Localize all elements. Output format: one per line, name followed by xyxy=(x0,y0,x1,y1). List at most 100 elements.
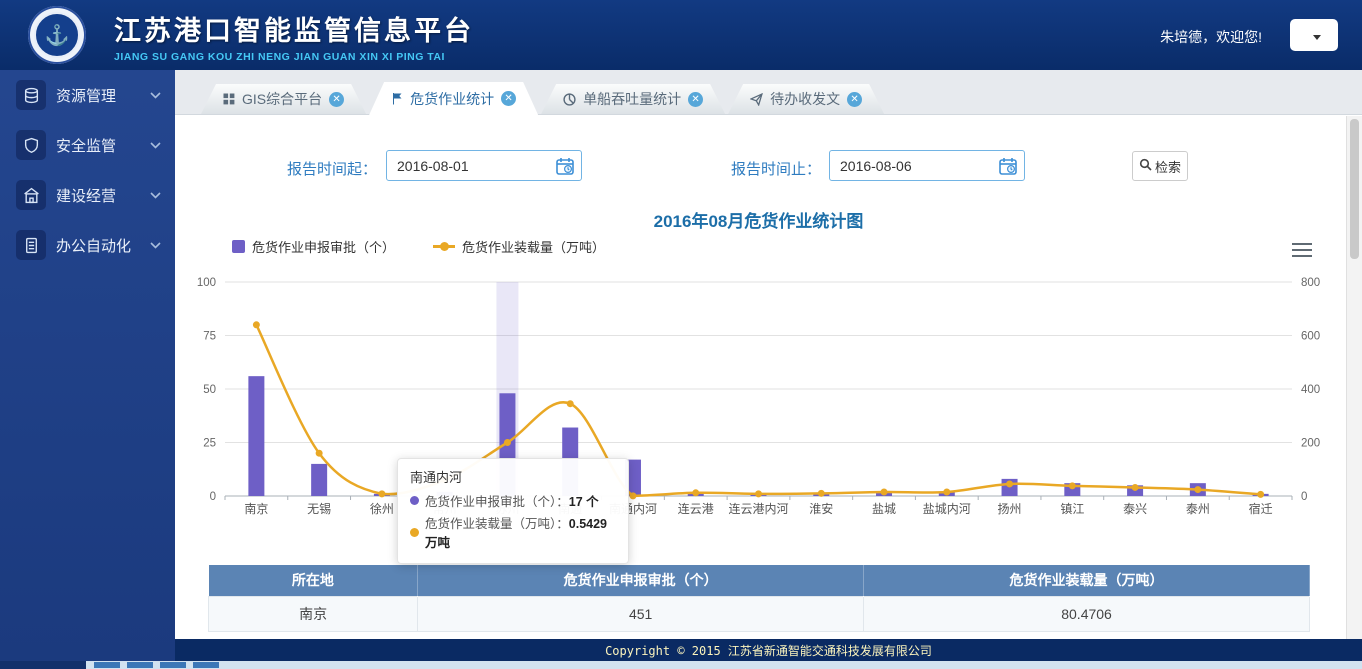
app-header: ⚓ 江苏港口智能监管信息平台 JIANG SU GANG KOU ZHI NEN… xyxy=(0,0,1362,70)
tab-3[interactable]: 单船吞吐量统计 ✕ xyxy=(541,84,725,114)
svg-text:连云港内河: 连云港内河 xyxy=(728,501,788,516)
vertical-scrollbar[interactable] xyxy=(1346,116,1362,639)
legend-label: 危货作业装载量（万吨） xyxy=(462,237,605,256)
taskbar-item xyxy=(94,662,120,668)
svg-text:800: 800 xyxy=(1301,277,1320,289)
tooltip-row: 危货作业装载量（万吨）：0.5429万吨 xyxy=(410,513,616,551)
app-logo-icon: ⚓ xyxy=(28,6,86,64)
tab-2[interactable]: 危货作业统计 ✕ xyxy=(369,82,538,115)
tooltip-label: 危货作业装载量（万吨）： xyxy=(425,517,569,531)
tooltip-title: 南通内河 xyxy=(410,467,616,486)
close-icon[interactable]: ✕ xyxy=(688,92,703,107)
svg-text:盐城: 盐城 xyxy=(872,502,896,516)
statistics-table: 所在地危货作业申报审批（个）危货作业装载量（万吨） 南京45180.4706 xyxy=(208,565,1310,632)
chevron-down-icon xyxy=(150,192,161,199)
taskbar-strip xyxy=(0,661,1362,669)
caret-down-icon xyxy=(1313,28,1321,43)
svg-text:泰州: 泰州 xyxy=(1186,502,1210,516)
svg-text:50: 50 xyxy=(203,384,216,396)
chart-toolbox-menu-icon[interactable] xyxy=(1292,243,1312,261)
svg-text:宿迁: 宿迁 xyxy=(1249,501,1273,516)
svg-text:75: 75 xyxy=(203,331,216,343)
table-header-cell: 危货作业装载量（万吨） xyxy=(864,565,1310,596)
legend-item[interactable]: 危货作业申报审批（个） xyxy=(232,237,395,256)
report-start-label: 报告时间起： xyxy=(287,158,377,179)
table-header-cell: 危货作业申报审批（个） xyxy=(418,565,864,596)
svg-text:100: 100 xyxy=(197,277,216,289)
tab-label: 单船吞吐量统计 xyxy=(583,89,681,109)
app-title: 江苏港口智能监管信息平台 xyxy=(114,9,474,48)
chevron-down-icon xyxy=(150,92,161,99)
tooltip-row: 危货作业申报审批（个）：17 个 xyxy=(410,491,616,510)
sidebar-item-label: 建设经营 xyxy=(56,185,150,206)
table-cell: 南京 xyxy=(209,596,418,631)
pie-chart-icon xyxy=(563,93,576,106)
document-icon xyxy=(16,230,46,260)
sidebar-item-3[interactable]: 建设经营 xyxy=(0,170,175,220)
svg-text:200: 200 xyxy=(1301,438,1320,450)
tab-label: 待办收发文 xyxy=(770,89,840,109)
tab-bar: GIS综合平台 ✕ 危货作业统计 ✕ 单船吞吐量统计 ✕ 待办收发文 ✕ xyxy=(175,70,1362,115)
search-button-label: 检索 xyxy=(1155,157,1181,176)
building-icon xyxy=(16,180,46,210)
sidebar-item-4[interactable]: 办公自动化 xyxy=(0,220,175,270)
taskbar-item xyxy=(160,662,186,668)
close-icon[interactable]: ✕ xyxy=(329,92,344,107)
anchor-icon: ⚓ xyxy=(34,12,80,58)
svg-text:泰兴: 泰兴 xyxy=(1123,502,1147,516)
sidebar: 资源管理安全监管建设经营办公自动化 xyxy=(0,70,175,661)
report-start-input[interactable] xyxy=(386,150,582,181)
bar-swatch-icon xyxy=(232,240,245,253)
tab-label: 危货作业统计 xyxy=(410,89,494,109)
sidebar-item-2[interactable]: 安全监管 xyxy=(0,120,175,170)
scrollbar-thumb[interactable] xyxy=(1350,119,1359,259)
app-titles: 江苏港口智能监管信息平台 JIANG SU GANG KOU ZHI NENG … xyxy=(114,9,474,63)
tab-label: GIS综合平台 xyxy=(242,89,322,109)
svg-text:25: 25 xyxy=(203,438,216,450)
search-button[interactable]: 检索 xyxy=(1132,151,1188,181)
database-icon xyxy=(16,80,46,110)
page-footer: Copyright © 2015 江苏省新通智能交通科技发展有限公司 xyxy=(175,639,1362,661)
svg-text:镇江: 镇江 xyxy=(1060,502,1084,516)
tab-1[interactable]: GIS综合平台 ✕ xyxy=(201,84,366,114)
chevron-down-icon xyxy=(150,242,161,249)
tab-4[interactable]: 待办收发文 ✕ xyxy=(728,84,884,114)
app-subtitle: JIANG SU GANG KOU ZHI NENG JIAN GUAN XIN… xyxy=(114,51,474,63)
svg-text:无锡: 无锡 xyxy=(307,501,331,516)
sidebar-item-1[interactable]: 资源管理 xyxy=(0,70,175,120)
close-icon[interactable]: ✕ xyxy=(847,92,862,107)
calendar-icon[interactable] xyxy=(555,156,575,181)
svg-text:0: 0 xyxy=(1301,491,1307,503)
tooltip-label: 危货作业申报审批（个）： xyxy=(425,495,569,509)
svg-text:南京: 南京 xyxy=(244,501,268,516)
sidebar-item-label: 资源管理 xyxy=(56,85,150,106)
svg-text:徐州: 徐州 xyxy=(370,501,394,516)
chart-title: 2016年08月危货作业统计图 xyxy=(175,207,1342,232)
taskbar-item xyxy=(193,662,219,668)
table-header-cell: 所在地 xyxy=(209,565,418,596)
taskbar-item xyxy=(127,662,153,668)
send-icon xyxy=(750,93,763,106)
svg-text:600: 600 xyxy=(1301,331,1320,343)
flag-icon xyxy=(391,92,403,105)
report-end-input[interactable] xyxy=(829,150,1025,181)
welcome-text: 朱培德，欢迎您! xyxy=(1160,27,1262,47)
calendar-icon[interactable] xyxy=(998,156,1018,181)
svg-text:400: 400 xyxy=(1301,384,1320,396)
dangerous-goods-chart[interactable]: 02550751000200400600800南京无锡徐州常州苏州南通南通内河连… xyxy=(180,256,1330,536)
sidebar-item-label: 办公自动化 xyxy=(56,235,150,256)
svg-text:0: 0 xyxy=(210,491,216,503)
user-menu-button[interactable] xyxy=(1290,19,1338,51)
legend-label: 危货作业申报审批（个） xyxy=(252,237,395,256)
chart-tooltip: 南通内河 危货作业申报审批（个）：17 个危货作业装载量（万吨）：0.5429万… xyxy=(397,458,629,564)
svg-text:淮安: 淮安 xyxy=(809,501,833,516)
table-row: 南京45180.4706 xyxy=(209,596,1310,631)
close-icon[interactable]: ✕ xyxy=(501,91,516,106)
search-icon xyxy=(1139,158,1152,174)
report-end-label: 报告时间止： xyxy=(731,158,821,179)
copyright-text: Copyright © 2015 江苏省新通智能交通科技发展有限公司 xyxy=(605,642,932,659)
legend-item[interactable]: 危货作业装载量（万吨） xyxy=(433,237,605,256)
svg-text:扬州: 扬州 xyxy=(998,501,1022,516)
table-cell: 451 xyxy=(418,596,864,631)
svg-text:连云港: 连云港 xyxy=(678,501,714,516)
